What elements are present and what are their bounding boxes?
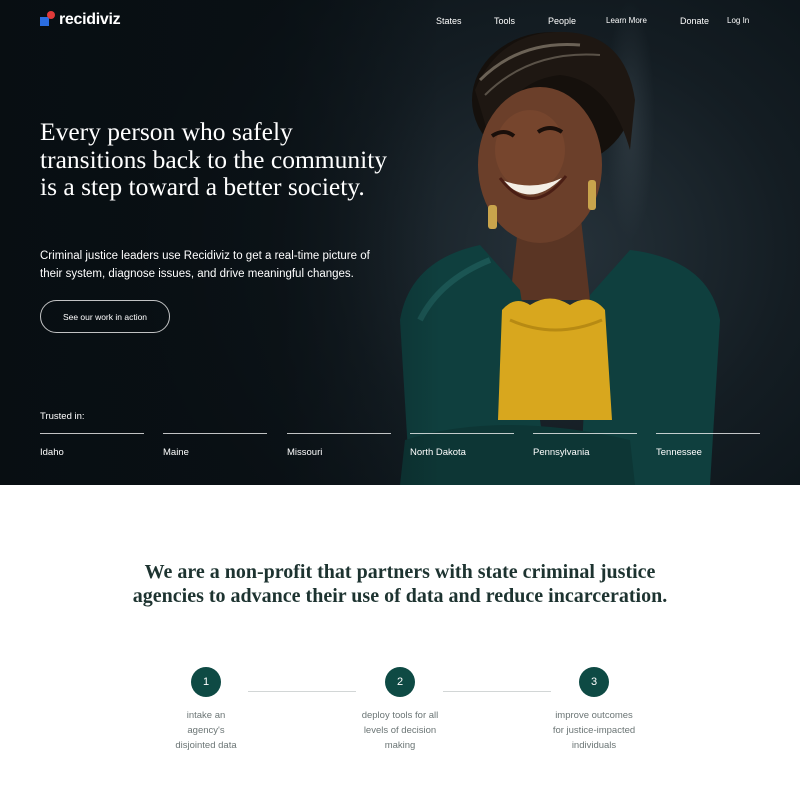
nav-link-people[interactable]: People [548,16,576,26]
hero-portrait-image [400,31,720,485]
mission-statement: We are a non-profit that partners with s… [132,561,668,607]
state-item-tennessee[interactable]: Tennessee [656,433,760,463]
state-item-north-dakota[interactable]: North Dakota [410,433,514,463]
step-number-badge: 3 [579,667,609,697]
state-name: Missouri [287,447,323,458]
step-connector [443,691,551,692]
trusted-in-label: Trusted in: [40,411,85,422]
state-item-idaho[interactable]: Idaho [40,433,144,463]
logo-mark-icon [40,11,56,29]
logo-text: recidiviz [59,11,121,28]
hero-section [0,0,800,485]
step-connector [248,691,356,692]
state-item-maine[interactable]: Maine [163,433,267,463]
top-navigation: recidiviz States Tools People Learn More… [0,0,800,44]
state-name: North Dakota [410,447,466,458]
nav-link-learn-more[interactable]: Learn More [606,16,647,25]
state-name: Maine [163,447,189,458]
nav-link-log-in[interactable]: Log In [727,16,749,25]
step-description: intake an agency's disjointed data [175,710,237,751]
see-our-work-button[interactable]: See our work in action [40,300,170,333]
hero-subtext: Criminal justice leaders use Recidiviz t… [40,250,370,280]
step-description: deploy tools for all levels of decision … [361,710,439,751]
hero-headline: Every person who safely transitions back… [40,117,388,201]
state-name: Pennsylvania [533,447,590,458]
nav-link-donate[interactable]: Donate [680,16,709,26]
state-item-missouri[interactable]: Missouri [287,433,391,463]
state-name: Tennessee [656,447,702,458]
nav-link-tools[interactable]: Tools [494,16,515,26]
step-number-badge: 2 [385,667,415,697]
recidiviz-logo[interactable]: recidiviz [40,10,121,30]
state-item-pennsylvania[interactable]: Pennsylvania [533,433,637,463]
step-number-badge: 1 [191,667,221,697]
step-description: improve outcomes for justice-impacted in… [552,710,636,751]
nav-link-states[interactable]: States [436,16,462,26]
state-name: Idaho [40,447,64,458]
